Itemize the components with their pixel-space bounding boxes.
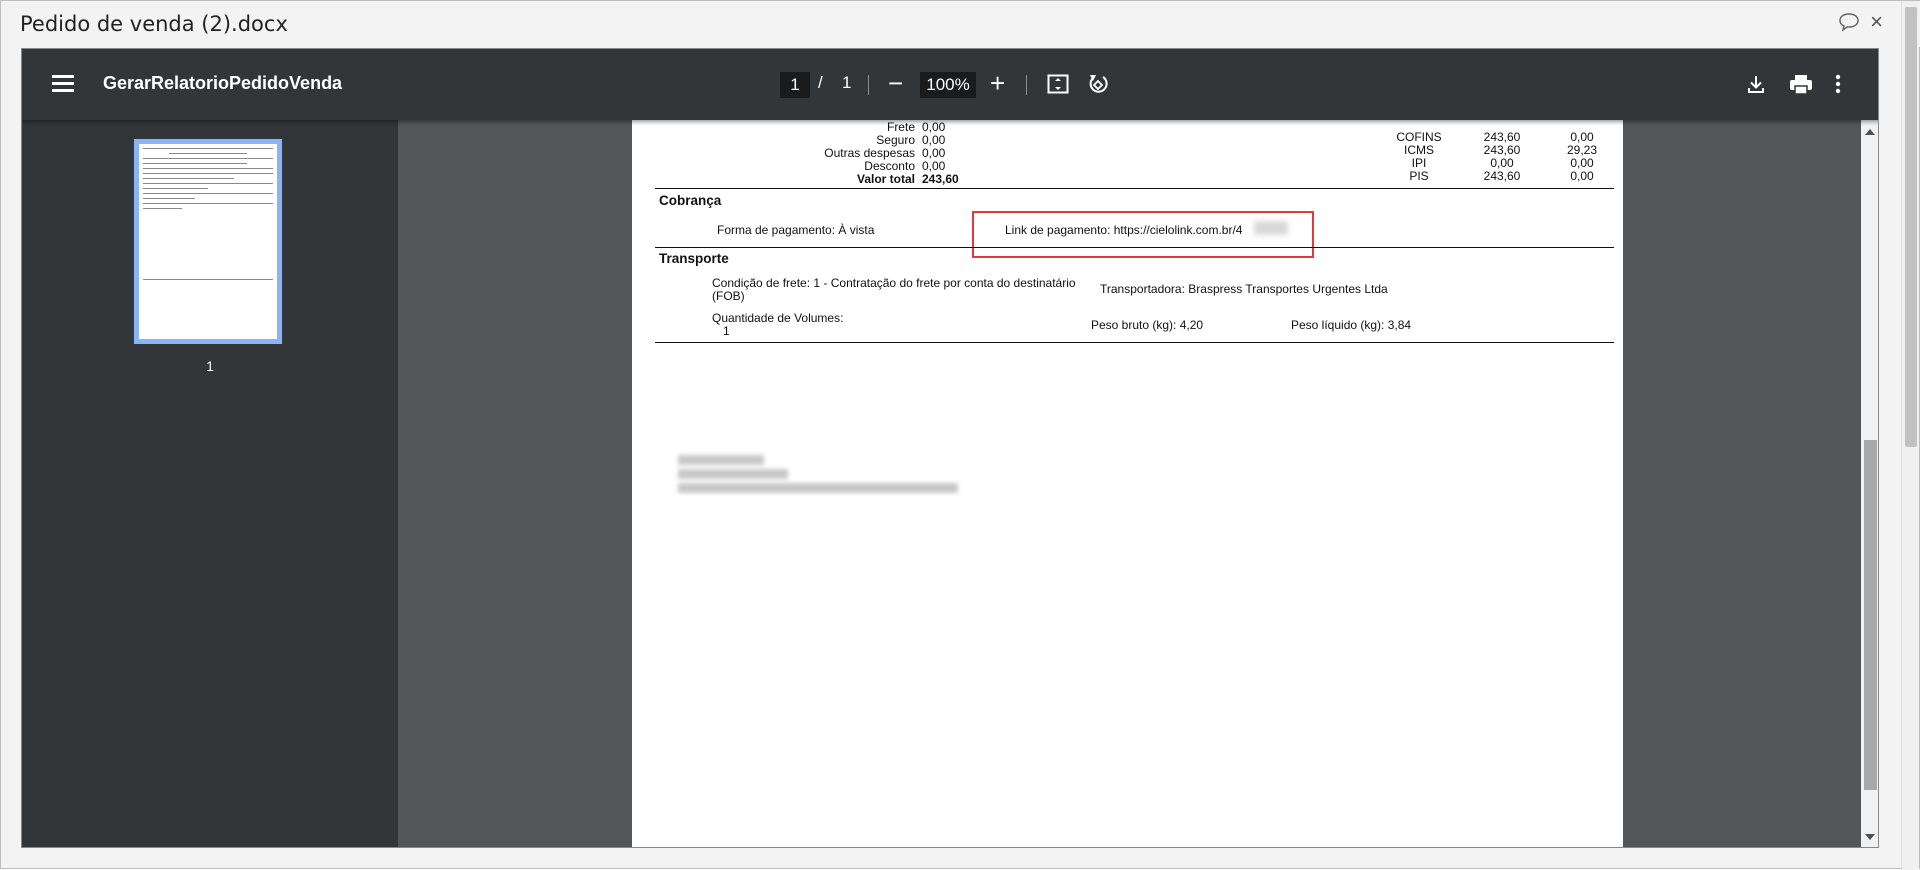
page-thumbnail[interactable] xyxy=(134,139,282,344)
scroll-up-arrow-icon[interactable] xyxy=(1865,129,1875,135)
zoom-in-button[interactable]: + xyxy=(990,70,1005,96)
page-separator: / xyxy=(818,73,823,92)
highlight-annotation xyxy=(972,211,1314,258)
page-number-input[interactable]: 1 xyxy=(780,72,810,98)
document-page: Frete 0,00 Seguro 0,00 Outras despesas 0… xyxy=(632,120,1623,847)
thumbnail-page-number: 1 xyxy=(206,358,214,374)
tax-value: 0,00 xyxy=(1570,169,1594,183)
volumes-value: 1 xyxy=(723,324,730,338)
window-title: Pedido de venda (2).docx xyxy=(20,12,288,36)
tax-name: ICMS xyxy=(1404,143,1434,157)
window-controls: × xyxy=(1838,11,1883,33)
net-weight: Peso líquido (kg): 3,84 xyxy=(1291,318,1412,332)
zoom-level-input[interactable]: 100% xyxy=(920,72,976,98)
tax-value: 0,00 xyxy=(1570,130,1594,144)
grand-total-value: 243,60 xyxy=(922,172,959,186)
pdf-toolbar: GerarRelatorioPedidoVenda 1 / 1 − 100% + xyxy=(22,49,1878,120)
freight-condition-cont: (FOB) xyxy=(712,289,745,303)
tax-base: 0,00 xyxy=(1490,156,1514,170)
rotate-icon[interactable] xyxy=(1087,72,1109,96)
document-name: GerarRelatorioPedidoVenda xyxy=(103,73,343,93)
comment-icon[interactable] xyxy=(1838,12,1860,32)
redacted-signature-block xyxy=(678,455,958,493)
outer-scrollbar[interactable] xyxy=(1901,1,1919,870)
volumes-label: Quantidade de Volumes: xyxy=(712,311,844,325)
freight-condition: Condição de frete: 1 - Contratação do fr… xyxy=(712,276,1076,290)
tax-name: IPI xyxy=(1411,156,1427,170)
download-icon[interactable] xyxy=(1745,73,1767,95)
fit-to-page-icon[interactable] xyxy=(1047,73,1069,95)
tax-name: COFINS xyxy=(1396,130,1442,144)
window-titlebar: Pedido de venda (2).docx × xyxy=(1,1,1920,47)
grand-total-label: Valor total xyxy=(856,172,915,186)
total-value: 0,00 xyxy=(922,159,946,173)
tax-name: PIS xyxy=(1409,169,1429,183)
more-options-icon[interactable] xyxy=(1833,73,1843,95)
section-divider xyxy=(655,247,1614,248)
menu-icon[interactable] xyxy=(52,75,74,93)
payment-method: Forma de pagamento: À vista xyxy=(717,223,875,237)
scroll-down-arrow-icon[interactable] xyxy=(1865,834,1875,840)
document-preview-window: Pedido de venda (2).docx × GerarRelatori… xyxy=(0,0,1920,870)
cobranca-heading: Cobrança xyxy=(659,193,722,208)
carrier: Transportadora: Braspress Transportes Ur… xyxy=(1100,282,1388,296)
total-value: 0,00 xyxy=(922,146,946,160)
zoom-out-button[interactable]: − xyxy=(888,70,903,96)
tax-base: 243,60 xyxy=(1483,169,1521,183)
thumbnail-preview xyxy=(143,148,273,284)
toolbar-divider xyxy=(1026,75,1027,95)
section-divider xyxy=(655,342,1614,343)
tax-value: 0,00 xyxy=(1570,156,1594,170)
total-label: Outras despesas xyxy=(824,146,915,160)
toolbar-divider xyxy=(868,75,869,95)
document-scrollbar[interactable] xyxy=(1861,120,1878,847)
total-value: 0,00 xyxy=(922,133,946,147)
total-label: Desconto xyxy=(864,159,915,173)
close-icon[interactable]: × xyxy=(1870,11,1883,33)
outer-scrollbar-thumb[interactable] xyxy=(1905,7,1917,447)
print-icon[interactable] xyxy=(1789,73,1813,95)
tax-value: 29,23 xyxy=(1566,143,1598,157)
thumbnail-sidebar: 1 xyxy=(22,120,398,847)
total-value: 0,00 xyxy=(922,120,946,134)
gross-weight: Peso bruto (kg): 4,20 xyxy=(1091,318,1204,332)
document-scrollbar-thumb[interactable] xyxy=(1864,440,1877,790)
transporte-heading: Transporte xyxy=(659,251,729,266)
total-label: Frete xyxy=(886,120,915,134)
pdf-viewer: GerarRelatorioPedidoVenda 1 / 1 − 100% + xyxy=(21,48,1879,848)
page-total: 1 xyxy=(842,73,852,92)
total-label: Seguro xyxy=(876,133,915,147)
tax-base: 243,60 xyxy=(1483,143,1521,157)
section-divider xyxy=(655,188,1614,189)
tax-base: 243,60 xyxy=(1483,130,1521,144)
